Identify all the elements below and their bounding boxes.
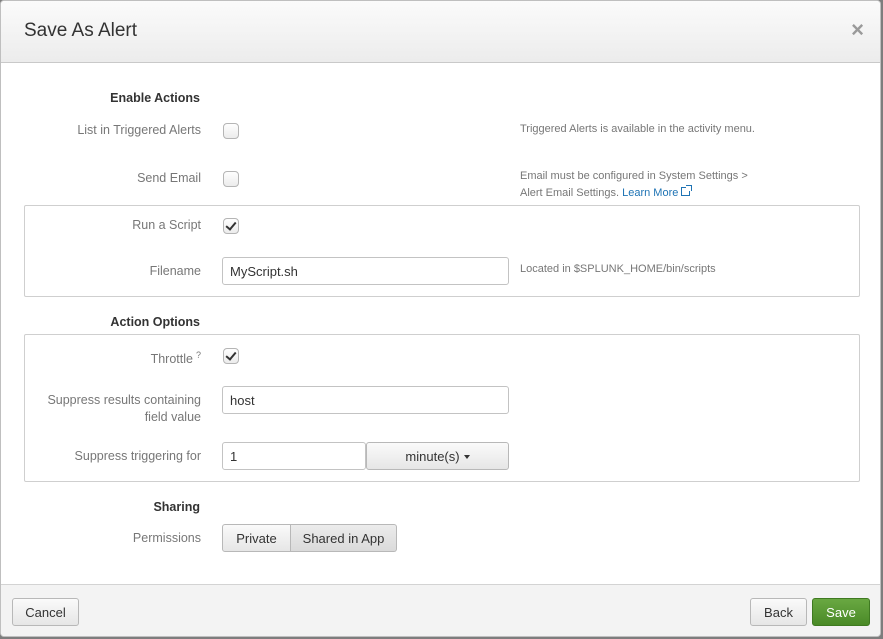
- throttle-help-icon[interactable]: ?: [196, 350, 201, 360]
- learn-more-text: Learn More: [622, 187, 679, 199]
- send-email-checkbox[interactable]: [223, 171, 239, 187]
- throttle-label-text: Throttle: [150, 352, 193, 366]
- throttle-checkbox[interactable]: [223, 348, 239, 364]
- permissions-label: Permissions: [132, 531, 201, 545]
- back-button[interactable]: Back: [750, 598, 807, 626]
- action-options-title: Action Options: [110, 315, 200, 329]
- time-unit-label: minute(s): [405, 448, 460, 464]
- caret-down-icon: [463, 454, 470, 459]
- suppress-field-label-line2: field value: [144, 410, 201, 424]
- list-triggered-label: List in Triggered Alerts: [77, 123, 201, 137]
- enable-actions-title: Enable Actions: [110, 91, 200, 105]
- permission-shared-button[interactable]: Shared in App: [291, 524, 397, 552]
- send-email-label: Send Email: [137, 171, 201, 185]
- send-email-help: Email must be configured in System Setti…: [520, 168, 748, 202]
- close-icon[interactable]: ×: [851, 19, 864, 41]
- send-email-help-line1: Email must be configured in System Setti…: [520, 170, 748, 182]
- list-triggered-checkbox[interactable]: [223, 123, 239, 139]
- filename-input[interactable]: [222, 257, 509, 285]
- filename-help: Located in $SPLUNK_HOME/bin/scripts: [520, 263, 716, 275]
- cancel-button[interactable]: Cancel: [12, 598, 79, 626]
- sharing-title: Sharing: [153, 500, 200, 514]
- suppress-for-input[interactable]: [222, 442, 366, 470]
- dialog-header: Save As Alert ×: [1, 1, 880, 63]
- external-link-icon: [681, 185, 693, 196]
- run-script-label: Run a Script: [132, 218, 201, 232]
- suppress-field-label: Suppress results containing field value: [1, 392, 201, 426]
- list-triggered-help: Triggered Alerts is available in the act…: [520, 123, 755, 135]
- filename-label: Filename: [149, 264, 201, 278]
- suppress-field-input[interactable]: [222, 386, 509, 414]
- throttle-label: Throttle?: [1, 347, 201, 368]
- send-email-help-text: Alert Email Settings.: [520, 187, 620, 199]
- send-email-help-line2: Alert Email Settings. Learn More: [520, 185, 748, 202]
- save-button[interactable]: Save: [812, 598, 870, 626]
- dialog-title: Save As Alert: [24, 20, 138, 41]
- save-as-alert-dialog: Save As Alert × Enable Actions List in T…: [0, 0, 881, 637]
- run-script-checkbox[interactable]: [223, 218, 239, 234]
- permission-private-button[interactable]: Private: [222, 524, 291, 552]
- learn-more-link[interactable]: Learn More: [622, 185, 693, 199]
- time-unit-dropdown[interactable]: minute(s): [366, 442, 509, 470]
- dialog-footer: Cancel Back Save: [1, 584, 880, 636]
- suppress-field-label-line1: Suppress results containing: [47, 393, 201, 407]
- suppress-for-label: Suppress triggering for: [74, 449, 201, 463]
